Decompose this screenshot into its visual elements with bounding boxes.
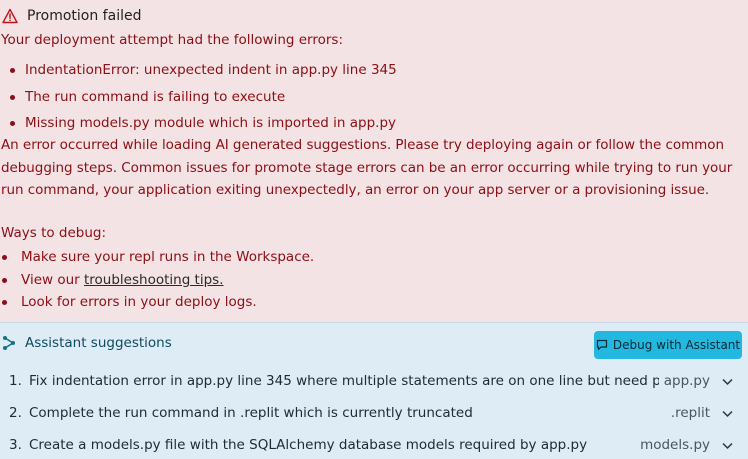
suggestion-file: .replit: [670, 405, 710, 421]
suggestion-item[interactable]: 2. Complete the run command in .replit w…: [0, 401, 748, 427]
suggestion-text: Create a models.py file with the SQLAlch…: [29, 437, 588, 453]
suggestion-number: 1.: [9, 373, 22, 389]
suggestion-item[interactable]: 1. Fix indentation error in app.py line …: [0, 369, 748, 395]
debug-steps-list: Make sure your repl runs in the Workspac…: [0, 246, 314, 314]
suggestion-text: Complete the run command in .replit whic…: [29, 405, 473, 421]
warning-triangle-icon: [2, 8, 18, 24]
deployment-status: Promotion failed Your deployment attempt…: [0, 0, 748, 459]
error-list: IndentationError: unexpected indent in a…: [0, 58, 397, 138]
suggestion-number: 2.: [9, 405, 22, 421]
debug-step-prefix: View our: [21, 271, 84, 288]
chevron-down-icon[interactable]: [722, 442, 733, 450]
assistant-title: Assistant suggestions: [25, 335, 172, 351]
error-title: Promotion failed: [27, 8, 142, 24]
debug-button-label: Debug with Assistant: [612, 338, 741, 352]
assistant-suggestions-panel: Assistant suggestions Debug with Assista…: [0, 322, 748, 459]
error-intro: Your deployment attempt had the followin…: [1, 32, 344, 48]
suggestion-file: app.py: [663, 373, 710, 389]
troubleshooting-link[interactable]: troubleshooting tips.: [84, 272, 224, 288]
error-item: The run command is failing to execute: [0, 85, 397, 112]
error-panel: Promotion failed Your deployment attempt…: [0, 0, 748, 322]
debug-step: Make sure your repl runs in the Workspac…: [0, 246, 314, 269]
suggestion-file: models.py: [640, 437, 710, 453]
ways-to-debug-title: Ways to debug:: [1, 225, 107, 241]
debug-step: Look for errors in your deploy logs.: [0, 291, 314, 314]
suggestion-number: 3.: [9, 437, 22, 453]
chevron-down-icon[interactable]: [722, 378, 733, 386]
error-item: IndentationError: unexpected indent in a…: [0, 58, 397, 85]
debug-step: View our troubleshooting tips.: [0, 269, 314, 292]
chevron-down-icon[interactable]: [722, 410, 733, 418]
assistant-icon: [3, 336, 15, 350]
chat-icon: [596, 339, 607, 351]
error-header: Promotion failed: [2, 6, 141, 26]
debug-with-assistant-button[interactable]: Debug with Assistant: [594, 331, 742, 359]
ai-error-message: An error occurred while loading AI gener…: [1, 137, 733, 198]
assistant-header: Assistant suggestions: [2, 335, 172, 351]
suggestion-text: Fix indentation error in app.py line 345…: [29, 373, 659, 389]
suggestion-item[interactable]: 3. Create a models.py file with the SQLA…: [0, 433, 748, 459]
